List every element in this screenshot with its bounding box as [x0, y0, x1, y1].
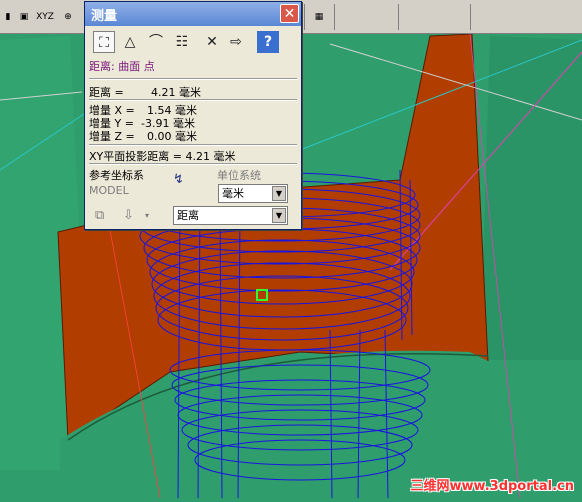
divider: [89, 144, 297, 146]
unit-select-value: 毫米: [222, 187, 244, 200]
chevron-down-icon[interactable]: ▼: [272, 208, 286, 223]
measure-type-value: 距离: [177, 209, 199, 222]
select-delete-icon[interactable]: ✕: [201, 31, 223, 53]
delta-z-label: 增量 Z =: [89, 130, 135, 143]
csys-display-icon[interactable]: ⊕: [60, 6, 76, 28]
xy-projection-distance: XY平面投影距离 = 4.21 毫米: [89, 150, 236, 163]
save-download-icon: ⇩: [123, 208, 134, 223]
toolbar-separator: [304, 4, 305, 30]
delta-z-value: 0.00 毫米: [147, 130, 197, 143]
export-icon[interactable]: ⇨: [225, 31, 247, 53]
divider: [89, 163, 297, 165]
toolbar-handle: ▮: [5, 12, 11, 22]
pick-csys-icon[interactable]: ↯: [173, 172, 184, 187]
toolbar-separator: [470, 4, 471, 30]
ref-csys-label: 参考坐标系: [89, 169, 144, 182]
unit-system-label: 单位系统: [217, 169, 261, 182]
measure-tool-row: ⛶ △ ⌒ ☷ ✕ ⇨ ?: [91, 31, 297, 55]
divider: [89, 99, 297, 101]
curve-length-icon[interactable]: ⌒: [145, 31, 167, 53]
toolbar-separator: [334, 4, 335, 30]
chevron-down-icon[interactable]: ▼: [272, 186, 286, 201]
model-tree-icon[interactable]: ▦: [310, 6, 328, 28]
distance-measure-icon[interactable]: ⛶: [93, 31, 115, 53]
measure-type-select[interactable]: 距离 ▼: [173, 206, 288, 225]
view-icon[interactable]: ▣: [16, 6, 32, 28]
ref-csys-value: MODEL: [89, 184, 129, 197]
divider: [89, 78, 297, 80]
xyz-display-button[interactable]: XYZ: [36, 6, 54, 28]
right-green-face: [480, 36, 582, 360]
measure-dialog: 测量 ✕ ⛶ △ ⌒ ☷ ✕ ⇨ ? 距离: 曲面 点 距离 = 4.21 毫米…: [84, 1, 302, 230]
dialog-titlebar[interactable]: 测量 ✕: [85, 2, 301, 26]
unit-select[interactable]: 毫米 ▼: [218, 184, 288, 203]
angle-measure-icon[interactable]: △: [119, 31, 141, 53]
distance-label: 距离 =: [89, 86, 124, 99]
info-table-icon[interactable]: ☷: [171, 31, 193, 53]
save-menu-arrow-icon: ▾: [145, 211, 150, 220]
copy-to-clipboard-icon: ⧉: [95, 208, 105, 223]
dialog-title: 测量: [91, 9, 118, 24]
watermark: 三维网www.3dportal.cn: [410, 479, 574, 494]
help-button[interactable]: ?: [257, 31, 279, 53]
mode-label: 距离: 曲面 点: [89, 60, 155, 73]
close-button[interactable]: ✕: [280, 4, 299, 23]
distance-value: 4.21 毫米: [151, 86, 201, 99]
toolbar-separator: [398, 4, 399, 30]
